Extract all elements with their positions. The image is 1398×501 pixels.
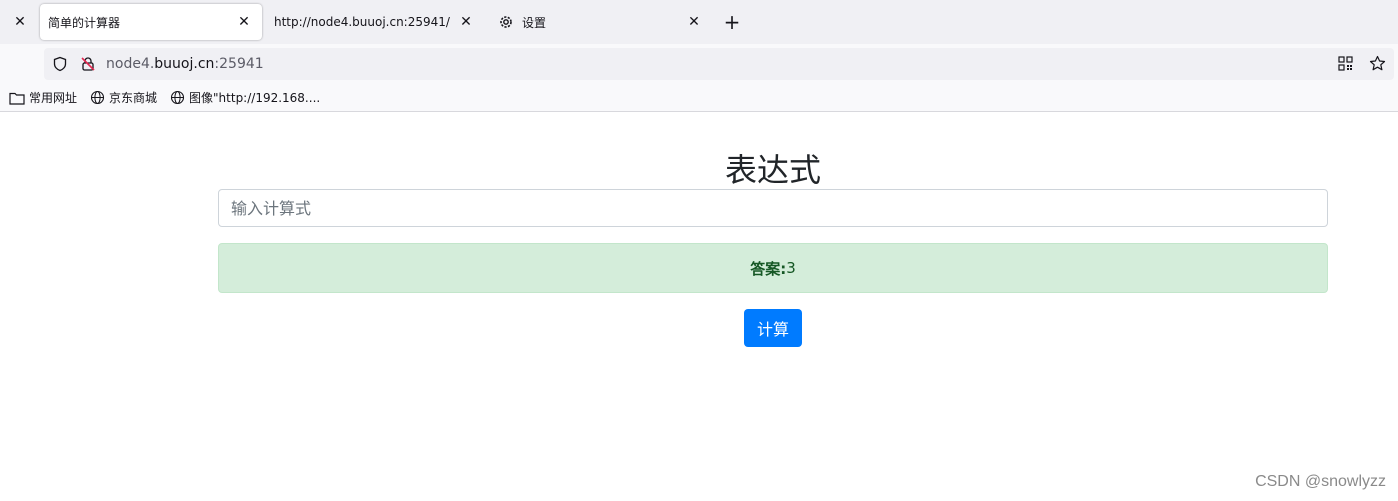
- answer-value: 3: [786, 259, 796, 277]
- bookmark-image[interactable]: 图像"http://192.168....: [170, 89, 320, 106]
- page-content: 表达式 答案:3 计算 CSDN @snowlyzz: [0, 113, 1398, 501]
- tab-title: 简单的计算器: [48, 15, 121, 30]
- close-tab-icon[interactable]: ✕: [232, 10, 256, 34]
- folder-icon: [9, 92, 25, 105]
- globe-icon: [170, 90, 185, 105]
- url-host: buuoj.cn: [154, 56, 215, 72]
- gear-icon: [498, 14, 514, 30]
- bookmark-label: 图像"http://192.168....: [189, 91, 321, 105]
- tab-node4[interactable]: http://node4.buuoj.cn:25941/ ✕: [266, 4, 484, 40]
- new-tab-plus-icon[interactable]: +: [720, 10, 744, 34]
- globe-icon: [90, 90, 105, 105]
- close-tab-icon[interactable]: ✕: [682, 10, 706, 34]
- tab-title: 设置: [522, 15, 547, 30]
- tab-title: http://node4.buuoj.cn:25941/: [274, 15, 450, 29]
- calculate-button[interactable]: 计算: [744, 309, 802, 347]
- qr-code-icon[interactable]: [1336, 54, 1354, 72]
- bookmark-label: 京东商城: [109, 91, 158, 105]
- bookmark-star-icon[interactable]: [1368, 54, 1386, 72]
- bookmark-label: 常用网址: [29, 91, 78, 105]
- tab-calculator[interactable]: 简单的计算器 ✕: [40, 4, 262, 40]
- tab-strip: ✕ 简单的计算器 ✕ http://node4.buuoj.cn:25941/ …: [0, 0, 1398, 44]
- answer-alert: 答案: 3: [218, 243, 1328, 293]
- expression-input[interactable]: [218, 189, 1328, 227]
- watermark: CSDN @snowlyzz: [1255, 473, 1386, 490]
- url-port: :25941: [214, 56, 264, 72]
- insecure-lock-icon[interactable]: [80, 56, 96, 72]
- address-bar[interactable]: node4.buuoj.cn:25941: [44, 48, 1394, 80]
- bookmark-common-sites[interactable]: 常用网址: [9, 89, 77, 106]
- close-icon[interactable]: ✕: [8, 10, 32, 34]
- bookmark-jd[interactable]: 京东商城: [90, 89, 157, 106]
- shield-icon[interactable]: [52, 56, 68, 72]
- tab-settings[interactable]: 设置 ✕: [490, 4, 712, 40]
- close-tab-icon[interactable]: ✕: [454, 10, 478, 34]
- url-text[interactable]: node4.buuoj.cn:25941: [106, 56, 264, 72]
- url-prefix: node4.: [106, 56, 155, 72]
- page-title: 表达式: [724, 151, 821, 189]
- bookmarks-toolbar: 常用网址 京东商城 图像"http://192.168....: [0, 84, 1398, 112]
- answer-label: 答案:: [750, 259, 787, 278]
- nav-bar: node4.buuoj.cn:25941: [0, 44, 1398, 84]
